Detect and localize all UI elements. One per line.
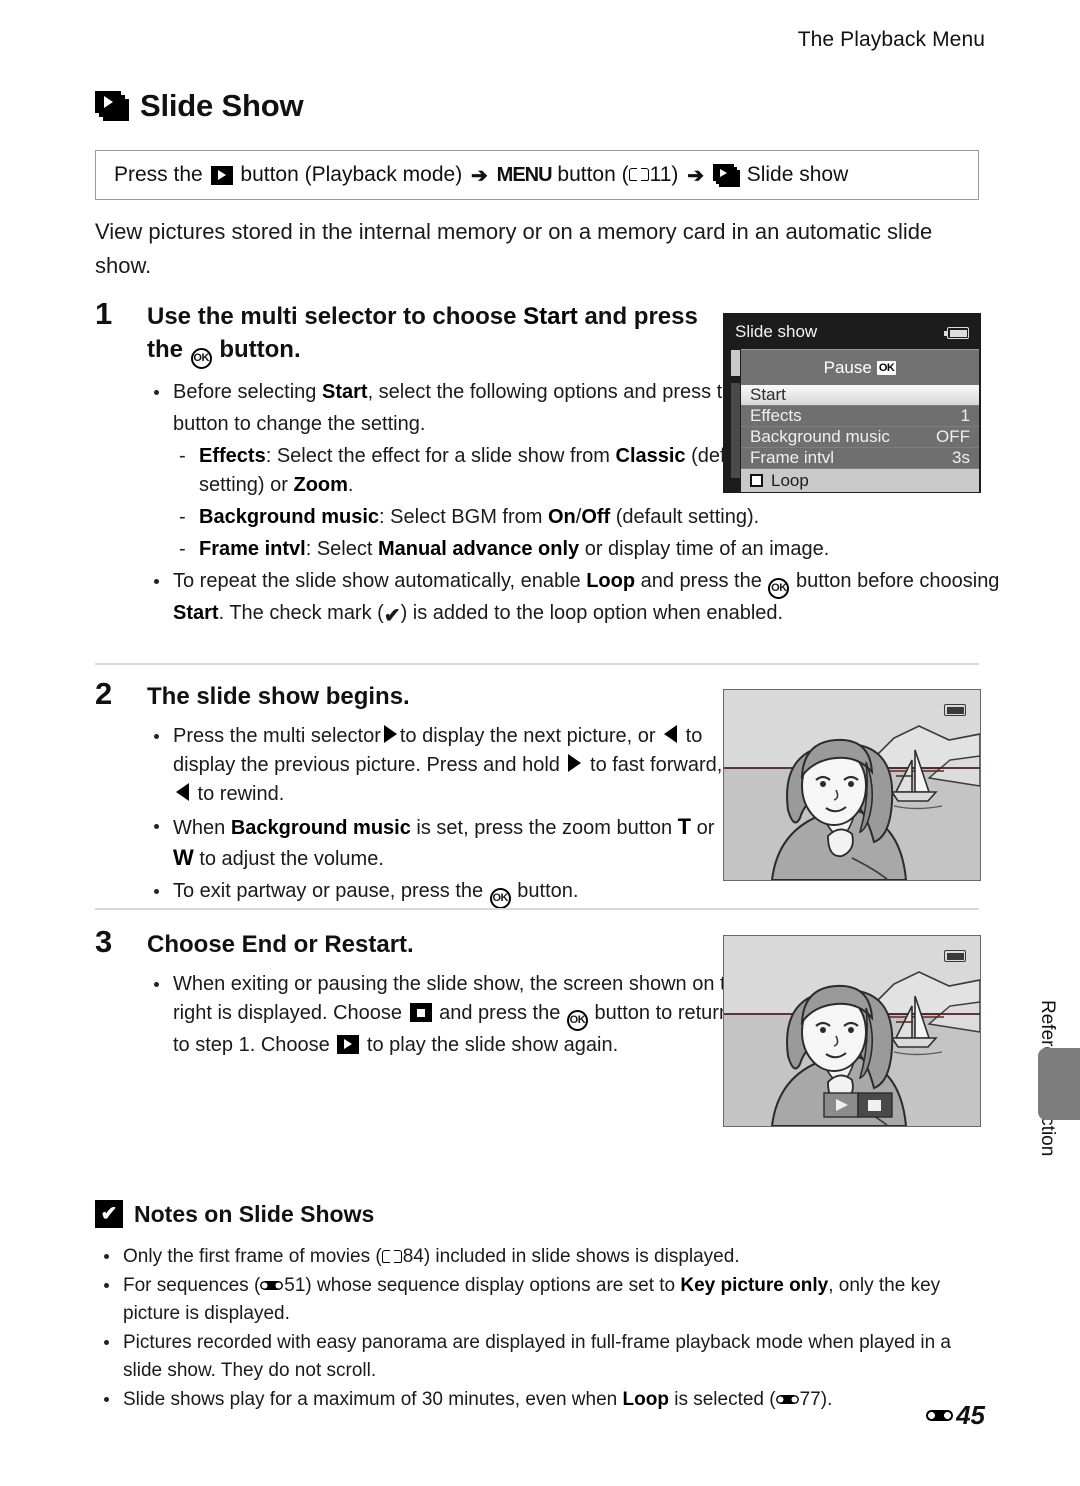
list-item: Pictures recorded with easy panorama are…	[95, 1329, 985, 1385]
slide-show-icon	[95, 91, 129, 121]
reference-icon	[776, 1393, 799, 1407]
list-item: Before selecting Start, select the follo…	[147, 378, 773, 439]
path-arrow-1: ➔	[471, 164, 488, 187]
menu-row-value: 3s	[952, 448, 970, 467]
notes-list: Only the first frame of movies (84) incl…	[95, 1243, 985, 1415]
slide-show-icon-small	[712, 164, 741, 187]
menu-row-label: Loop	[771, 470, 809, 490]
stop-button-icon	[409, 1003, 432, 1022]
caution-icon: ✔	[95, 1200, 123, 1228]
step-2-heading: The slide show begins.	[147, 683, 410, 710]
pause-label: Pause	[823, 357, 872, 377]
page-title: Slide Show	[95, 88, 304, 124]
path-page-ref: 11	[649, 163, 672, 186]
ok-button-icon: OK	[190, 348, 212, 369]
camera-menu-title: Slide show	[735, 322, 818, 341]
step-2-bullets: Press the multi selector to display the n…	[147, 722, 747, 909]
reference-icon	[926, 1407, 953, 1424]
step-3: 3 Choose End or Restart. When exiting or…	[95, 924, 748, 1063]
step-2: 2 The slide show begins. Press the multi…	[95, 676, 746, 912]
camera-menu-body: Pause OK Start Effects 1 Background musi…	[741, 349, 979, 493]
path-part-4: )	[671, 163, 679, 186]
step-1-heading-a: Use the multi selector to choose	[147, 303, 524, 330]
book-icon	[628, 167, 649, 183]
list-item: When Background music is set, press the …	[147, 812, 733, 874]
notes-title: Notes on Slide Shows	[134, 1200, 375, 1227]
path-part-3: button (	[557, 163, 629, 186]
menu-path-box: Press the button (Playback mode) ➔ MENU …	[95, 150, 979, 200]
step-1-heading-d: button.	[212, 336, 301, 363]
manual-page: The Playback Menu Slide Show Press the b…	[0, 0, 1080, 1486]
list-item: Frame intvl: Select Manual advance only …	[173, 535, 1029, 564]
step-3-bullets: When exiting or pausing the slide show, …	[147, 970, 748, 1060]
menu-row-label: Frame intvl	[750, 448, 835, 467]
intro-paragraph: View pictures stored in the internal mem…	[95, 219, 933, 278]
slide-show-paused-photo	[723, 935, 981, 1127]
list-item: Only the first frame of movies (84) incl…	[95, 1243, 985, 1271]
menu-row-label: Effects	[750, 406, 802, 425]
step-3-number: 3	[95, 924, 113, 959]
notes-heading: ✔ Notes on Slide Shows	[95, 1200, 374, 1228]
check-mark-icon: ✔	[383, 605, 401, 627]
menu-row-background-music[interactable]: Background music OFF	[741, 427, 979, 448]
menu-row-effects[interactable]: Effects 1	[741, 406, 979, 427]
list-item: Slide shows play for a maximum of 30 min…	[95, 1386, 985, 1414]
path-part-5: Slide show	[746, 163, 849, 186]
page-title-text: Slide Show	[140, 88, 304, 123]
scrollbar-thumb[interactable]	[731, 350, 740, 376]
menu-row-loop[interactable]: Loop	[741, 469, 979, 492]
page-footer: 45	[926, 1400, 985, 1431]
step-1-number: 1	[95, 296, 113, 331]
list-item: Background music: Select BGM from On/Off…	[173, 503, 799, 532]
menu-row-value: 1	[960, 406, 970, 425]
menu-row-start[interactable]: Start	[741, 385, 979, 406]
playback-button-icon	[210, 165, 233, 185]
right-arrow-icon	[568, 754, 582, 772]
list-item: To repeat the slide show automatically, …	[147, 567, 1033, 631]
ok-badge-icon: OK	[876, 360, 897, 375]
play-button-icon	[337, 1035, 360, 1054]
photo-illustration	[724, 936, 980, 1126]
photo-illustration	[724, 690, 980, 880]
loop-checkbox[interactable]	[750, 474, 763, 487]
camera-menu-screenshot: Slide show Pause OK Start Effects 1 Back…	[723, 313, 981, 493]
list-item: Press the multi selector to display the n…	[147, 722, 748, 809]
book-icon	[381, 1249, 402, 1265]
slide-show-playback-photo	[723, 689, 981, 881]
section-divider	[95, 908, 979, 910]
left-arrow-icon	[176, 783, 189, 801]
menu-row-label: Background music	[750, 427, 890, 446]
ok-button-icon: OK	[489, 888, 511, 909]
playback-controls	[823, 1092, 893, 1118]
battery-icon	[944, 327, 969, 339]
step-1-heading: Use the multi selector to choose Start a…	[147, 300, 707, 369]
path-part-1: Press the	[114, 163, 203, 186]
battery-icon	[941, 950, 966, 962]
page-number: 45	[956, 1400, 985, 1430]
scrollbar-track[interactable]	[731, 383, 740, 478]
reference-icon	[260, 1279, 283, 1293]
battery-icon	[941, 704, 966, 716]
path-part-2: button (Playback mode)	[240, 163, 463, 186]
menu-row-frame-intvl[interactable]: Frame intvl 3s	[741, 448, 979, 469]
step-1-heading-b: Start	[523, 303, 578, 330]
running-header: The Playback Menu	[797, 28, 985, 51]
left-arrow-icon	[664, 725, 678, 743]
right-arrow-icon	[383, 725, 397, 743]
menu-button-label: MENU	[496, 163, 553, 186]
list-item: When exiting or pausing the slide show, …	[147, 970, 748, 1060]
pause-banner: Pause OK	[741, 349, 979, 385]
menu-row-value: OFF	[936, 427, 970, 446]
list-item: To exit partway or pause, press the OK b…	[147, 877, 748, 909]
step-2-number: 2	[95, 676, 113, 711]
list-item: Effects: Select the effect for a slide s…	[173, 442, 799, 500]
ok-button-icon: OK	[768, 578, 790, 599]
side-tab-marker	[1038, 1048, 1080, 1120]
path-arrow-2: ➔	[687, 164, 705, 187]
menu-row-label: Start	[750, 385, 786, 404]
step-3-heading: Choose End or Restart.	[147, 931, 414, 958]
list-item: For sequences (51) whose sequence displa…	[95, 1272, 985, 1328]
ok-button-icon: OK	[566, 1010, 588, 1031]
section-divider	[95, 663, 979, 665]
